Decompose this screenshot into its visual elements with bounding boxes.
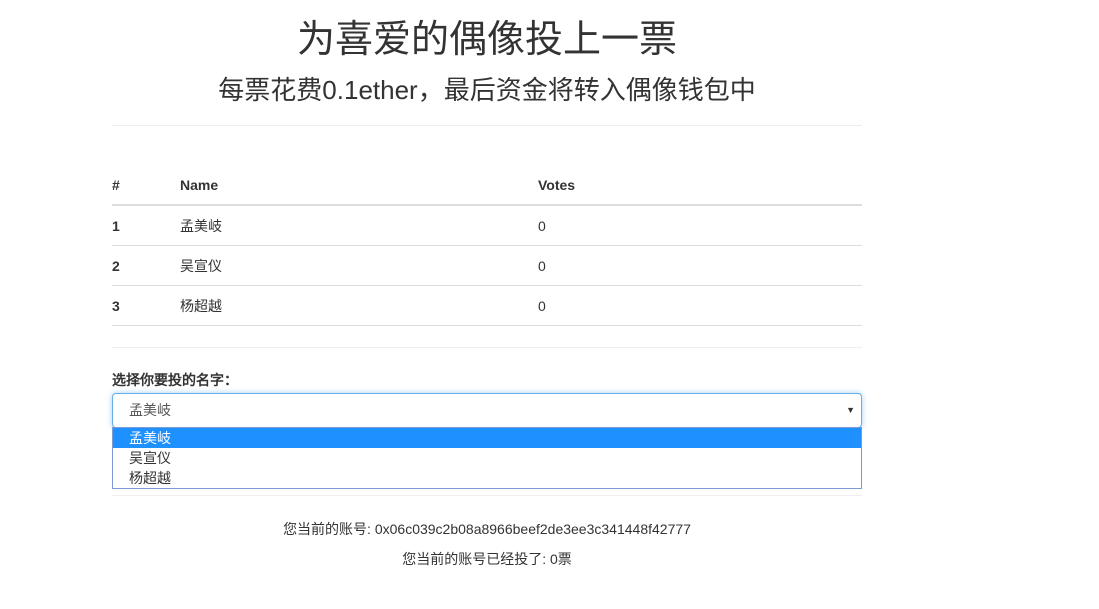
candidate-id: 2	[112, 245, 180, 286]
candidate-id: 3	[112, 285, 180, 326]
dropdown-option-2[interactable]: 吴宣仪	[113, 448, 861, 468]
candidate-votes: 0	[538, 245, 862, 286]
candidate-name: 吴宣仪	[180, 245, 538, 286]
column-header-votes: Votes	[538, 165, 862, 206]
candidate-votes: 0	[538, 285, 862, 326]
page-subtitle: 每票花费0.1ether，最后资金将转入偶像钱包中	[218, 75, 756, 105]
table-row: 1 孟美岐 0	[112, 205, 862, 246]
candidate-id: 1	[112, 205, 180, 246]
chevron-down-icon: ▼	[846, 405, 855, 415]
column-header-name: Name	[180, 165, 538, 206]
candidate-votes: 0	[538, 205, 862, 246]
form-divider	[112, 347, 862, 348]
candidate-select-label: 选择你要投的名字：	[112, 372, 238, 388]
table-row: 3 杨超越 0	[112, 285, 862, 326]
account-address: 您当前的账号: 0x06c039c2b08a8966beef2de3ee3c34…	[283, 521, 691, 537]
footer-divider	[112, 495, 862, 496]
header-divider	[112, 125, 862, 126]
candidate-select-value: 孟美岐	[129, 402, 171, 418]
page-title: 为喜爱的偶像投上一票	[296, 19, 677, 61]
table-header-row: # Name Votes	[112, 165, 862, 206]
candidate-name: 杨超越	[180, 285, 538, 326]
dropdown-option-1[interactable]: 孟美岐	[113, 428, 861, 448]
candidates-table: # Name Votes 1 孟美岐 0 2 吴宣仪 0 3 杨超越 0	[112, 165, 862, 326]
candidate-select[interactable]: 孟美岐 ▼	[112, 393, 862, 428]
candidate-name: 孟美岐	[180, 205, 538, 246]
dropdown-option-3[interactable]: 杨超越	[113, 468, 861, 488]
candidate-dropdown-list: 孟美岐 吴宣仪 杨超越	[112, 427, 862, 489]
voting-page: 为喜爱的偶像投上一票 每票花费0.1ether，最后资金将转入偶像钱包中 # N…	[0, 0, 1099, 609]
account-votes-cast: 您当前的账号已经投了: 0票	[402, 551, 572, 567]
column-header-id: #	[112, 165, 180, 206]
table-row: 2 吴宣仪 0	[112, 245, 862, 286]
